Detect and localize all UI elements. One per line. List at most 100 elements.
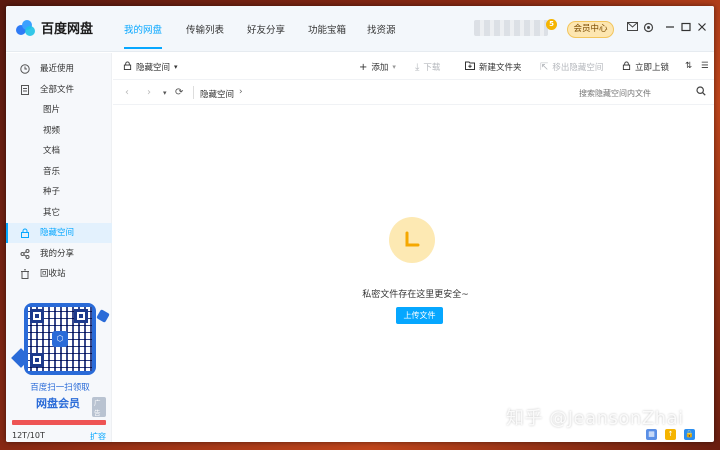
lock-icon (123, 61, 132, 73)
sidebar-item-label: 回收站 (40, 269, 66, 279)
divider (193, 86, 194, 99)
add-button[interactable]: + 添加 ▾ (359, 61, 396, 74)
qr-promo[interactable]: ⬡ 百度扫一扫领取 网盘会员 广告 (11, 303, 110, 417)
download-button[interactable]: ⤓ 下载 (415, 61, 441, 74)
qr-finder (30, 353, 44, 367)
forward-icon[interactable]: › (147, 87, 151, 98)
storage-usage-text: 12T/10T (12, 431, 45, 440)
empty-state-illustration (389, 217, 435, 263)
close-icon[interactable] (696, 22, 708, 34)
mail-icon[interactable] (626, 22, 638, 34)
sidebar-item-label: 视频 (43, 126, 61, 136)
sidebar-item-music[interactable]: 音乐 (6, 162, 112, 182)
folder-plus-icon (465, 61, 475, 73)
vip-center-button[interactable]: 会员中心 (567, 21, 614, 38)
path-bar: ‹ › ▾ ⟳ 隐藏空间 › (113, 81, 714, 105)
move-out-icon: ⇱ (540, 61, 549, 73)
sidebar-item-recycle-bin[interactable]: 回收站 (6, 264, 112, 284)
lock-icon[interactable]: 🔒 (684, 429, 695, 440)
promo-title: 网盘会员 (36, 397, 80, 410)
qr-finder (74, 309, 88, 323)
tab-find-resources[interactable]: 找资源 (367, 22, 396, 36)
refresh-icon[interactable]: ⟳ (175, 87, 183, 98)
maximize-icon[interactable] (680, 22, 692, 34)
add-button-label: 添加 (371, 63, 389, 73)
upload-file-button[interactable]: 上传文件 (396, 307, 443, 324)
new-folder-label: 新建文件夹 (479, 63, 522, 73)
sidebar-item-my-shares[interactable]: 我的分享 (6, 244, 112, 264)
minimize-icon[interactable] (664, 22, 676, 34)
sidebar-item-torrents[interactable]: 种子 (6, 182, 112, 202)
sidebar-item-label: 文档 (43, 146, 61, 156)
sidebar-item-recent[interactable]: 最近使用 (6, 59, 112, 79)
breadcrumb-chevron-icon: › (239, 87, 243, 97)
app-name: 百度网盘 (41, 22, 94, 37)
lock-corner-icon (401, 229, 423, 251)
empty-state: 私密文件存在这里更安全~ 上传文件 (113, 106, 714, 442)
ad-tag: 广告 (92, 397, 106, 417)
expand-storage-link[interactable]: 扩容 (90, 431, 106, 442)
upload-icon[interactable]: ↑ (665, 429, 676, 440)
search-icon[interactable] (696, 86, 706, 99)
move-out-label: 移出隐藏空间 (552, 63, 604, 73)
qr-code-frame: ⬡ (24, 303, 96, 375)
sidebar-item-label: 音乐 (43, 167, 61, 177)
tab-transfer-list[interactable]: 传输列表 (186, 22, 224, 36)
sidebar-item-other[interactable]: 其它 (6, 203, 112, 223)
sort-icon[interactable]: ⇅ (685, 61, 692, 71)
lock-icon (622, 61, 631, 73)
grid-icon[interactable]: ▦ (646, 429, 657, 440)
trash-icon (20, 269, 30, 279)
breadcrumb[interactable]: 隐藏空间 (200, 88, 234, 100)
sidebar-item-documents[interactable]: 文档 (6, 141, 112, 161)
list-view-icon[interactable]: ☰ (701, 61, 709, 71)
username-blurred[interactable] (474, 20, 548, 36)
sidebar-item-label: 我的分享 (40, 249, 75, 259)
storage-progress-bar (12, 420, 106, 425)
settings-icon[interactable] (642, 22, 654, 34)
clock-icon (20, 64, 30, 74)
sidebar-item-label: 其它 (43, 208, 61, 218)
sidebar: 最近使用 全部文件 图片 视频 文档 音乐 种子 其它 隐藏空间 我的分享 回收… (6, 53, 112, 442)
sidebar-item-images[interactable]: 图片 (6, 100, 112, 120)
back-icon[interactable]: ‹ (125, 87, 129, 98)
promo-decoration (96, 309, 110, 323)
history-dropdown-icon[interactable]: ▾ (163, 89, 167, 97)
plus-icon: + (359, 61, 368, 73)
sidebar-item-videos[interactable]: 视频 (6, 121, 112, 141)
chevron-down-icon: ▾ (174, 63, 178, 71)
lock-now-button[interactable]: 立即上锁 (622, 61, 669, 73)
download-icon: ⤓ (415, 61, 420, 73)
sidebar-item-label: 图片 (43, 105, 61, 115)
tab-feature-box[interactable]: 功能宝箱 (308, 22, 346, 36)
empty-state-message: 私密文件存在这里更安全~ (362, 290, 469, 300)
qr-center-logo-icon: ⬡ (52, 331, 68, 347)
move-out-button[interactable]: ⇱ 移出隐藏空间 (540, 61, 604, 74)
sidebar-item-all-files[interactable]: 全部文件 (6, 80, 112, 100)
share-icon (20, 249, 30, 259)
search-input[interactable] (579, 85, 703, 101)
sidebar-item-label: 隐藏空间 (40, 228, 75, 238)
lock-icon (20, 228, 30, 238)
download-button-label: 下载 (423, 63, 441, 73)
space-dropdown-label: 隐藏空间 (136, 63, 171, 73)
sidebar-item-hidden-space[interactable]: 隐藏空间 (6, 223, 112, 243)
lock-now-label: 立即上锁 (635, 63, 670, 73)
chevron-down-icon: ▾ (392, 63, 396, 71)
bottom-tray: ▦ ↑ 🔒 (646, 429, 695, 440)
app-logo[interactable]: 百度网盘 (16, 18, 93, 37)
space-dropdown[interactable]: 隐藏空间 ▾ (123, 61, 178, 73)
top-bar: 百度网盘 我的网盘 传输列表 好友分享 功能宝箱 找资源 5 会员中心 (6, 6, 714, 52)
sidebar-item-label: 种子 (43, 187, 61, 197)
new-folder-button[interactable]: 新建文件夹 (465, 61, 522, 73)
baidu-netdisk-logo-icon (16, 19, 36, 36)
tab-friend-share[interactable]: 好友分享 (247, 22, 285, 36)
toolbar: 隐藏空间 ▾ + 添加 ▾ ⤓ 下载 新建文件夹 ⇱ 移出隐藏空间 立即上锁 ⇅… (113, 53, 714, 80)
watermark: 知乎 @JeansonZhai (506, 408, 684, 429)
tab-my-netdisk[interactable]: 我的网盘 (124, 22, 163, 49)
app-window: 百度网盘 我的网盘 传输列表 好友分享 功能宝箱 找资源 5 会员中心 最近使用… (6, 6, 714, 442)
qr-finder (30, 309, 44, 323)
coin-badge: 5 (546, 19, 557, 30)
sidebar-item-label: 全部文件 (40, 85, 75, 95)
qr-code: ⬡ (28, 307, 92, 371)
